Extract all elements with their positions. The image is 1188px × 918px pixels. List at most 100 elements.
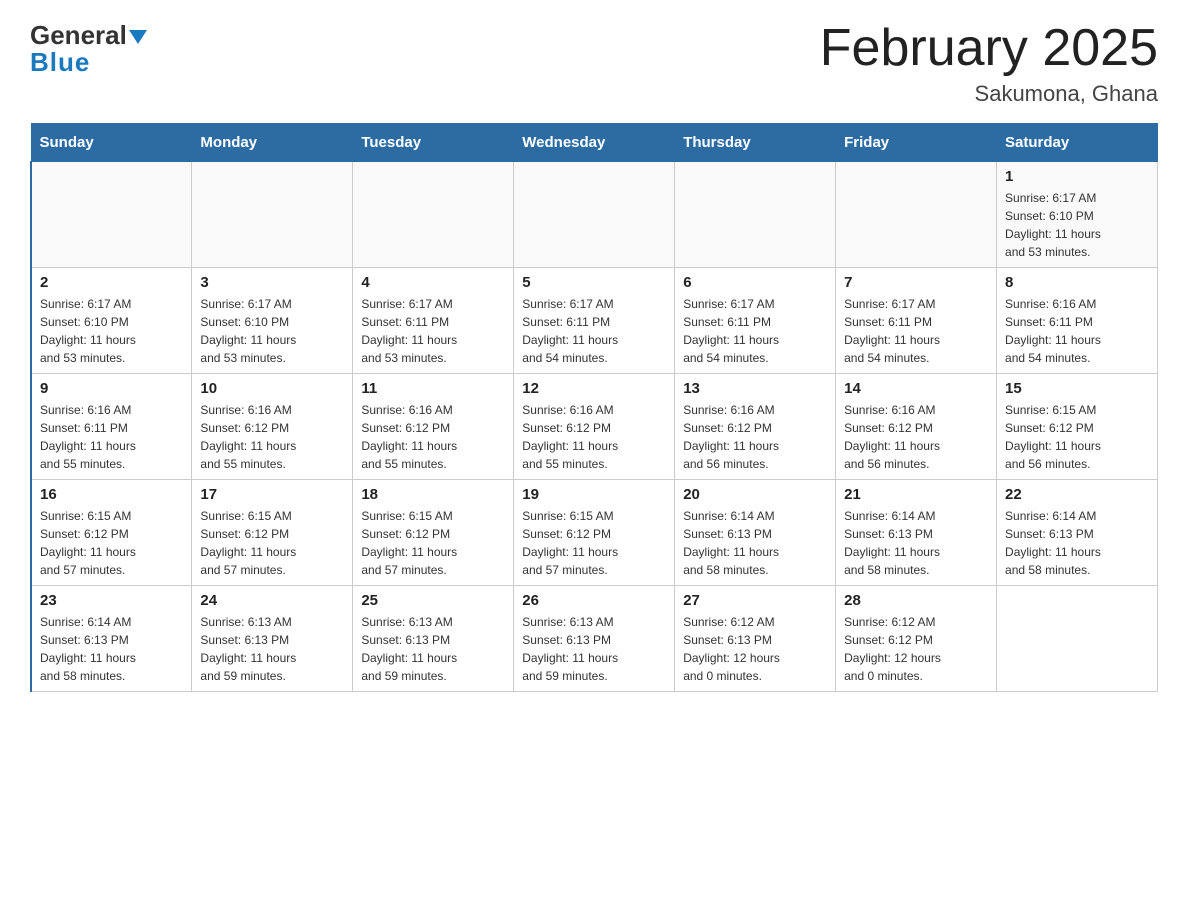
day-info: Sunrise: 6:17 AM Sunset: 6:11 PM Dayligh… — [844, 295, 988, 367]
calendar-week-row: 1 Sunrise: 6:17 AM Sunset: 6:10 PM Daylig… — [31, 162, 1158, 268]
day-info: Sunrise: 6:13 AM Sunset: 6:13 PM Dayligh… — [522, 613, 666, 685]
calendar-week-row: 2 Sunrise: 6:17 AM Sunset: 6:10 PM Daylig… — [31, 268, 1158, 374]
header-monday: Monday — [192, 124, 353, 162]
subtitle: Sakumona, Ghana — [820, 81, 1158, 107]
header-saturday: Saturday — [997, 124, 1158, 162]
day-info: Sunrise: 6:13 AM Sunset: 6:13 PM Dayligh… — [361, 613, 505, 685]
table-row: 24 Sunrise: 6:13 AM Sunset: 6:13 PM Dayli… — [192, 586, 353, 692]
table-row: 23 Sunrise: 6:14 AM Sunset: 6:13 PM Dayli… — [31, 586, 192, 692]
day-number: 18 — [361, 486, 505, 503]
day-info: Sunrise: 6:14 AM Sunset: 6:13 PM Dayligh… — [683, 507, 827, 579]
table-row: 9 Sunrise: 6:16 AM Sunset: 6:11 PM Daylig… — [31, 374, 192, 480]
table-row: 22Sunrise: 6:14 AM Sunset: 6:13 PM Dayli… — [997, 480, 1158, 586]
day-info: Sunrise: 6:14 AM Sunset: 6:13 PM Dayligh… — [40, 613, 183, 685]
table-row: 2 Sunrise: 6:17 AM Sunset: 6:10 PM Daylig… — [31, 268, 192, 374]
table-row — [997, 586, 1158, 692]
table-row: 3 Sunrise: 6:17 AM Sunset: 6:10 PM Daylig… — [192, 268, 353, 374]
table-row: 15 Sunrise: 6:15 AM Sunset: 6:12 PM Dayli… — [997, 374, 1158, 480]
table-row: 16Sunrise: 6:15 AM Sunset: 6:12 PM Dayli… — [31, 480, 192, 586]
day-info: Sunrise: 6:17 AM Sunset: 6:10 PM Dayligh… — [40, 295, 183, 367]
table-row — [192, 162, 353, 268]
header-friday: Friday — [836, 124, 997, 162]
day-info: Sunrise: 6:15 AM Sunset: 6:12 PM Dayligh… — [200, 507, 344, 579]
day-info: Sunrise: 6:14 AM Sunset: 6:13 PM Dayligh… — [844, 507, 988, 579]
table-row: 7 Sunrise: 6:17 AM Sunset: 6:11 PM Daylig… — [836, 268, 997, 374]
header: General Blue February 2025 Sakumona, Gha… — [30, 20, 1158, 107]
table-row: 20 Sunrise: 6:14 AM Sunset: 6:13 PM Dayli… — [675, 480, 836, 586]
day-number: 5 — [522, 274, 666, 291]
calendar-header-row: Sunday Monday Tuesday Wednesday Thursday… — [31, 124, 1158, 162]
calendar-table: Sunday Monday Tuesday Wednesday Thursday… — [30, 123, 1158, 692]
day-info: Sunrise: 6:16 AM Sunset: 6:12 PM Dayligh… — [361, 401, 505, 473]
day-info: Sunrise: 6:17 AM Sunset: 6:10 PM Dayligh… — [1005, 189, 1149, 261]
day-number: 24 — [200, 592, 344, 609]
table-row: 19 Sunrise: 6:15 AM Sunset: 6:12 PM Dayli… — [514, 480, 675, 586]
day-number: 8 — [1005, 274, 1149, 291]
day-number: 27 — [683, 592, 827, 609]
day-number: 11 — [361, 380, 505, 397]
day-info: Sunrise: 6:17 AM Sunset: 6:11 PM Dayligh… — [361, 295, 505, 367]
table-row: 1 Sunrise: 6:17 AM Sunset: 6:10 PM Daylig… — [997, 162, 1158, 268]
title-area: February 2025 Sakumona, Ghana — [820, 20, 1158, 107]
day-number: 1 — [1005, 168, 1149, 185]
day-info: Sunrise: 6:15 AM Sunset: 6:12 PM Dayligh… — [40, 507, 183, 579]
day-number: 10 — [200, 380, 344, 397]
table-row: 12 Sunrise: 6:16 AM Sunset: 6:12 PM Dayli… — [514, 374, 675, 480]
table-row — [514, 162, 675, 268]
day-number: 3 — [200, 274, 344, 291]
day-info: Sunrise: 6:16 AM Sunset: 6:12 PM Dayligh… — [200, 401, 344, 473]
calendar-week-row: 16Sunrise: 6:15 AM Sunset: 6:12 PM Dayli… — [31, 480, 1158, 586]
day-number: 13 — [683, 380, 827, 397]
day-number: 6 — [683, 274, 827, 291]
day-number: 20 — [683, 486, 827, 503]
day-info: Sunrise: 6:15 AM Sunset: 6:12 PM Dayligh… — [1005, 401, 1149, 473]
day-number: 7 — [844, 274, 988, 291]
table-row: 28Sunrise: 6:12 AM Sunset: 6:12 PM Dayli… — [836, 586, 997, 692]
table-row: 13 Sunrise: 6:16 AM Sunset: 6:12 PM Dayli… — [675, 374, 836, 480]
table-row: 26 Sunrise: 6:13 AM Sunset: 6:13 PM Dayli… — [514, 586, 675, 692]
day-info: Sunrise: 6:12 AM Sunset: 6:13 PM Dayligh… — [683, 613, 827, 685]
day-info: Sunrise: 6:17 AM Sunset: 6:11 PM Dayligh… — [683, 295, 827, 367]
calendar-week-row: 23 Sunrise: 6:14 AM Sunset: 6:13 PM Dayli… — [31, 586, 1158, 692]
table-row — [31, 162, 192, 268]
table-row: 5 Sunrise: 6:17 AM Sunset: 6:11 PM Daylig… — [514, 268, 675, 374]
table-row: 17Sunrise: 6:15 AM Sunset: 6:12 PM Dayli… — [192, 480, 353, 586]
day-info: Sunrise: 6:16 AM Sunset: 6:11 PM Dayligh… — [40, 401, 183, 473]
table-row — [675, 162, 836, 268]
day-info: Sunrise: 6:15 AM Sunset: 6:12 PM Dayligh… — [522, 507, 666, 579]
table-row: 25 Sunrise: 6:13 AM Sunset: 6:13 PM Dayli… — [353, 586, 514, 692]
day-number: 15 — [1005, 380, 1149, 397]
table-row — [353, 162, 514, 268]
day-info: Sunrise: 6:16 AM Sunset: 6:11 PM Dayligh… — [1005, 295, 1149, 367]
table-row: 8 Sunrise: 6:16 AM Sunset: 6:11 PM Daylig… — [997, 268, 1158, 374]
day-number: 28 — [844, 592, 988, 609]
calendar-week-row: 9 Sunrise: 6:16 AM Sunset: 6:11 PM Daylig… — [31, 374, 1158, 480]
table-row: 6 Sunrise: 6:17 AM Sunset: 6:11 PM Daylig… — [675, 268, 836, 374]
day-info: Sunrise: 6:14 AM Sunset: 6:13 PM Dayligh… — [1005, 507, 1149, 579]
day-number: 23 — [40, 592, 183, 609]
page-title: February 2025 — [820, 20, 1158, 77]
logo-triangle-icon — [129, 30, 147, 44]
table-row: 10 Sunrise: 6:16 AM Sunset: 6:12 PM Dayli… — [192, 374, 353, 480]
day-number: 9 — [40, 380, 183, 397]
logo-blue-text: Blue — [30, 47, 90, 78]
day-info: Sunrise: 6:17 AM Sunset: 6:10 PM Dayligh… — [200, 295, 344, 367]
header-tuesday: Tuesday — [353, 124, 514, 162]
day-info: Sunrise: 6:17 AM Sunset: 6:11 PM Dayligh… — [522, 295, 666, 367]
day-number: 19 — [522, 486, 666, 503]
day-info: Sunrise: 6:16 AM Sunset: 6:12 PM Dayligh… — [522, 401, 666, 473]
header-wednesday: Wednesday — [514, 124, 675, 162]
day-info: Sunrise: 6:16 AM Sunset: 6:12 PM Dayligh… — [683, 401, 827, 473]
table-row: 27 Sunrise: 6:12 AM Sunset: 6:13 PM Dayli… — [675, 586, 836, 692]
day-number: 26 — [522, 592, 666, 609]
day-info: Sunrise: 6:15 AM Sunset: 6:12 PM Dayligh… — [361, 507, 505, 579]
day-info: Sunrise: 6:13 AM Sunset: 6:13 PM Dayligh… — [200, 613, 344, 685]
table-row: 11 Sunrise: 6:16 AM Sunset: 6:12 PM Dayli… — [353, 374, 514, 480]
table-row — [836, 162, 997, 268]
day-number: 2 — [40, 274, 183, 291]
day-number: 4 — [361, 274, 505, 291]
day-number: 12 — [522, 380, 666, 397]
table-row: 18 Sunrise: 6:15 AM Sunset: 6:12 PM Dayli… — [353, 480, 514, 586]
day-number: 14 — [844, 380, 988, 397]
day-number: 25 — [361, 592, 505, 609]
